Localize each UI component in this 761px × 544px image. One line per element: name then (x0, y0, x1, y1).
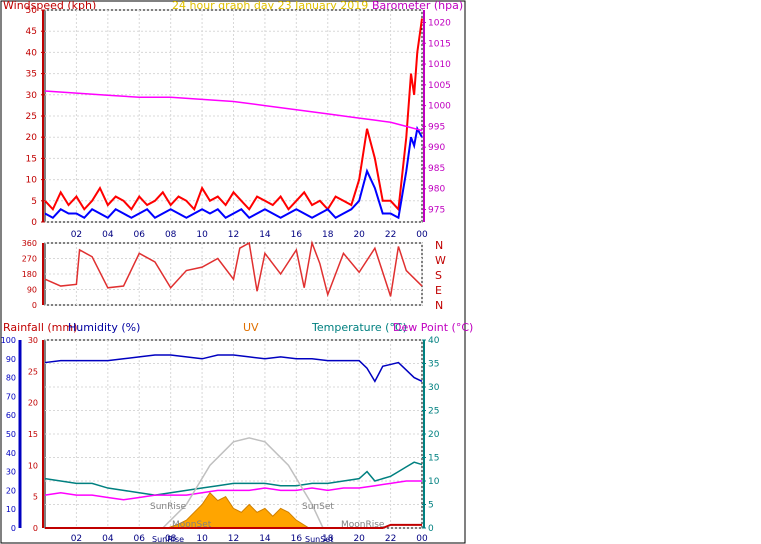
moonset-annotation: MoonSet (172, 520, 212, 530)
direction-tick-label: 360 (22, 239, 37, 248)
baro-tick-label: 1000 (428, 102, 451, 112)
compass-n-label: N (435, 239, 443, 252)
x-tick-label: 18 (322, 230, 334, 240)
direction-tick-label: 180 (22, 270, 37, 279)
compass-n-label: N (435, 299, 443, 312)
x-tick-label-lower: 12 (228, 534, 239, 544)
temperature-tick-label: 40 (428, 336, 440, 346)
temperature-tick-label: 10 (428, 477, 440, 487)
direction-tick-label: 0 (32, 301, 37, 310)
temperature-tick-label: 20 (428, 430, 440, 440)
wind-tick-label: 40 (26, 48, 38, 58)
x-tick-label-lower: 00 (416, 534, 428, 544)
humidity-tick-label: 20 (6, 486, 16, 495)
temperature-tick-label: 30 (428, 383, 440, 393)
baro-tick-label: 975 (428, 206, 445, 216)
humidity-tick-label: 0 (11, 524, 16, 533)
rainfall-tick-label: 0 (33, 524, 38, 533)
wind-tick-label: 30 (26, 91, 38, 101)
humidity-tick-label: 60 (6, 411, 16, 420)
x-tick-label-lower: 14 (259, 534, 271, 544)
moonrise-annotation: MoonRise (341, 520, 385, 530)
rainfall-tick-label: 15 (28, 430, 38, 439)
humidity-tick-label: 10 (6, 505, 16, 514)
rainfall-tick-label: 20 (28, 399, 38, 408)
humidity-tick-label: 40 (6, 449, 16, 458)
weather-graph-canvas: Windspeed (kph) 24 hour graph day 23 Janu… (0, 0, 473, 544)
x-tick-label: 10 (196, 230, 208, 240)
baro-tick-label: 1010 (428, 60, 451, 70)
x-tick-label: 20 (353, 230, 365, 240)
humidity-tick-label: 30 (6, 468, 16, 477)
humidity-tick-label: 80 (6, 374, 16, 383)
humidity-tick-label: 50 (6, 430, 16, 439)
temperature-tick-label: 35 (428, 360, 439, 370)
wind-tick-label: 15 (26, 154, 37, 164)
temperature-tick-label: 0 (428, 524, 434, 534)
sunrise-annotation: SunRise (150, 502, 187, 512)
direction-tick-label: 90 (27, 286, 37, 295)
wind-tick-label: 35 (26, 70, 37, 80)
x-tick-label-lower: 16 (291, 534, 303, 544)
x-tick-label-lower: 04 (102, 534, 114, 544)
x-tick-label: 22 (385, 230, 396, 240)
rainfall-tick-label: 10 (28, 461, 38, 470)
compass-e-label: E (435, 284, 442, 297)
x-tick-label: 02 (71, 230, 82, 240)
sunset-annotation: SunSet (302, 502, 334, 512)
x-tick-label: 04 (102, 230, 114, 240)
rainfall-tick-label: 30 (28, 336, 38, 345)
baro-tick-label: 980 (428, 185, 445, 195)
baro-tick-label: 1020 (428, 18, 451, 28)
x-tick-label: 06 (134, 230, 146, 240)
compass-w-label: W (435, 254, 446, 267)
sunset-time-label: SunSet (305, 535, 333, 544)
wind-tick-label: 45 (26, 27, 37, 37)
wind-tick-label: 50 (26, 6, 38, 16)
rainfall-axis-title: Rainfall (mm) (3, 321, 77, 334)
humidity-axis-title: Humidity (%) (68, 321, 140, 334)
wind-tick-label: 20 (26, 133, 38, 143)
wind-tick-label: 5 (31, 197, 37, 207)
baro-tick-label: 985 (428, 164, 445, 174)
wind-tick-label: 10 (26, 176, 38, 186)
x-tick-label: 00 (416, 230, 428, 240)
x-tick-label-lower: 10 (196, 534, 208, 544)
x-tick-label: 08 (165, 230, 177, 240)
uv-axis-title: UV (243, 321, 259, 334)
baro-tick-label: 1005 (428, 81, 451, 91)
sunrise-time-label: SunRise (152, 535, 184, 544)
wind-tick-label: 25 (26, 112, 37, 122)
humidity-tick-label: 100 (1, 336, 16, 345)
direction-tick-label: 270 (22, 255, 37, 264)
x-tick-label: 12 (228, 230, 239, 240)
x-tick-label-lower: 06 (134, 534, 146, 544)
x-tick-label-lower: 20 (353, 534, 365, 544)
x-tick-label-lower: 22 (385, 534, 396, 544)
x-tick-label: 14 (259, 230, 271, 240)
wind-tick-label: 0 (31, 218, 37, 228)
x-tick-label: 16 (291, 230, 303, 240)
temperature-tick-label: 25 (428, 407, 439, 417)
baro-tick-label: 1015 (428, 39, 451, 49)
baro-tick-label: 990 (428, 143, 445, 153)
compass-s-label: S (435, 269, 442, 282)
rainfall-tick-label: 25 (28, 367, 38, 376)
temperature-tick-label: 15 (428, 454, 439, 464)
dewpoint-axis-title: Dew Point (°C) (393, 321, 473, 334)
humidity-tick-label: 70 (6, 392, 16, 401)
humidity-tick-label: 90 (6, 355, 16, 364)
x-tick-label-lower: 02 (71, 534, 82, 544)
temperature-tick-label: 5 (428, 501, 434, 511)
rainfall-tick-label: 5 (33, 493, 38, 502)
baro-tick-label: 995 (428, 122, 445, 132)
